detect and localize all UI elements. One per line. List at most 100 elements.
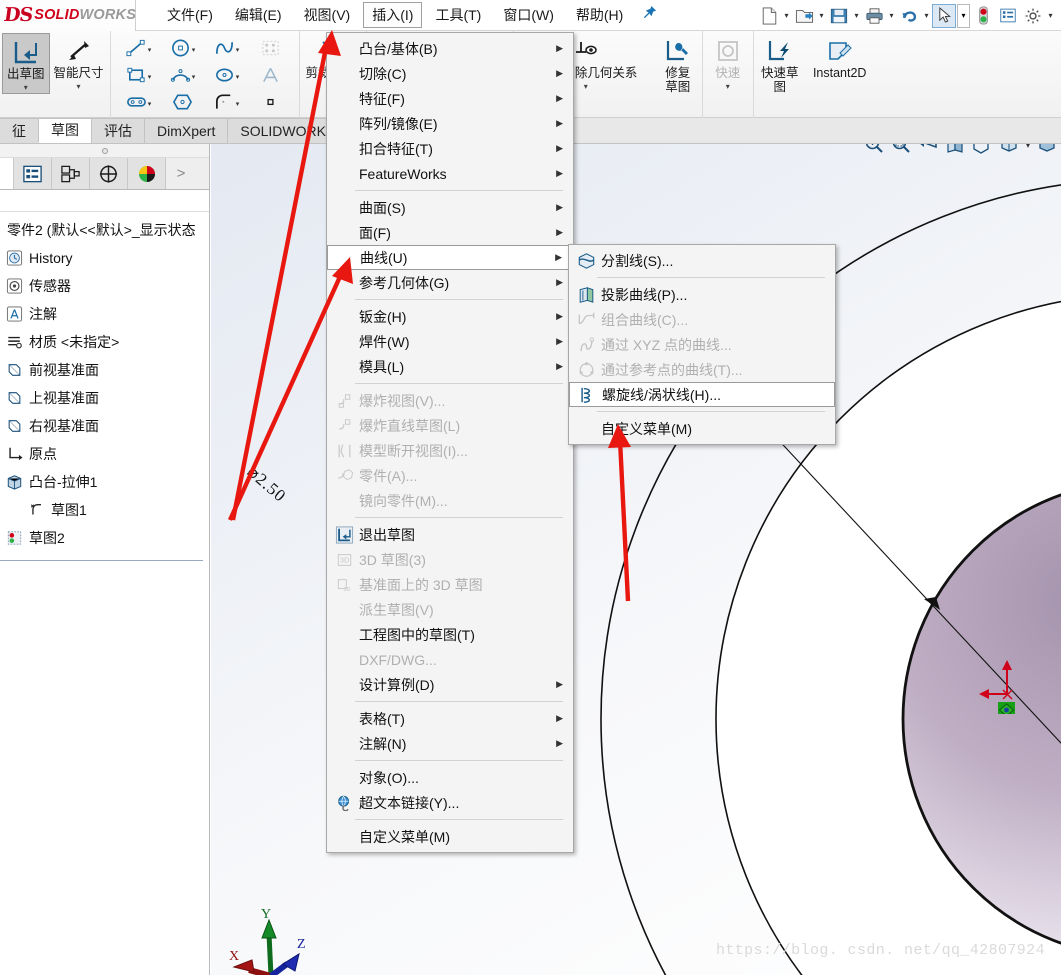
menu-item-projected-curve[interactable]: 投影曲线(P)... [569, 282, 835, 307]
menu-item-reference-geometry[interactable]: 参考几何体(G) ▶ [327, 270, 573, 295]
tab-dimxpert[interactable]: DimXpert [144, 118, 229, 143]
tab-sketch[interactable]: 草图 [38, 118, 92, 143]
fillet-dropdown-arrow[interactable]: ▾ [236, 100, 240, 108]
traffic-light-icon[interactable] [971, 4, 995, 28]
rectangle-tool[interactable]: ▾ [117, 63, 161, 90]
tree-item-front-plane[interactable]: 前视基准面 [0, 356, 209, 384]
panel-resize-handle[interactable] [0, 144, 209, 158]
quick-snap-button[interactable]: 快速 ▾ [705, 33, 751, 92]
hide-show-icon[interactable] [1037, 144, 1057, 157]
tree-item-sensors[interactable]: 传感器 [0, 272, 209, 300]
menu-item-design-study[interactable]: 设计算例(D) ▶ [327, 672, 573, 697]
menu-item-curve[interactable]: 曲线(U) ▶ [327, 245, 573, 270]
undo-dropdown-arrow[interactable]: ▾ [922, 4, 931, 28]
new-file-dropdown-arrow[interactable]: ▾ [782, 4, 791, 28]
smart-dimension-button[interactable]: 智能尺寸 ▾ [50, 33, 108, 92]
menu-item-pattern-mirror[interactable]: 阵列/镜像(E) ▶ [327, 111, 573, 136]
configuration-manager-tab[interactable] [52, 158, 90, 189]
tree-filter-bar[interactable] [0, 190, 209, 212]
menu-item-face[interactable]: 面(F) ▶ [327, 220, 573, 245]
menu-item-exit-sketch[interactable]: 退出草图 [327, 522, 573, 547]
menu-edit[interactable]: 编辑(E) [226, 2, 291, 28]
printer-icon[interactable] [862, 4, 886, 28]
cursor-arrow-icon[interactable] [932, 3, 956, 28]
menu-item-sketch-in-drawing[interactable]: 工程图中的草图(T) [327, 622, 573, 647]
rapid-sketch-button[interactable]: 快速草图 [756, 33, 804, 94]
menu-item-model-break-view[interactable]: 模型断开视图(I)... [327, 438, 573, 463]
select-dropdown-arrow[interactable]: ▾ [957, 3, 970, 28]
tree-item-annotations[interactable]: 注解 [0, 300, 209, 328]
arc-dropdown-arrow[interactable]: ▾ [192, 73, 196, 81]
menu-item-insert-part[interactable]: 零件(A)... [327, 463, 573, 488]
insert-dropdown-menu[interactable]: 凸台/基体(B) ▶ 切除(C) ▶ 特征(F) ▶ 阵列/镜像(E) ▶ 扣合特征(T… [326, 32, 574, 853]
print-dropdown-arrow[interactable]: ▾ [887, 4, 896, 28]
ellipse-dropdown-arrow[interactable]: ▾ [236, 73, 240, 81]
tab-evaluate[interactable]: 评估 [91, 118, 145, 143]
menu-window[interactable]: 窗口(W) [494, 2, 563, 28]
circle-tool[interactable]: ▾ [161, 36, 205, 63]
undo-arrow-icon[interactable] [897, 4, 921, 28]
menu-item-curve-through-xyz-points[interactable]: 通过 XYZ 点的曲线... [569, 332, 835, 357]
point-tool[interactable] [249, 90, 293, 117]
open-folder-icon[interactable] [792, 4, 816, 28]
tree-item-material[interactable]: 材质 <未指定> [0, 328, 209, 356]
display-style-dropdown-arrow[interactable]: ▾ [1026, 144, 1030, 150]
repair-sketch-button[interactable]: 修复草图 [656, 33, 700, 94]
menu-item-boss-base[interactable]: 凸台/基体(B) ▶ [327, 36, 573, 61]
instant2d-button[interactable]: Instant2D [804, 33, 876, 80]
menu-item-mirror-part[interactable]: 镜向零件(M)... [327, 488, 573, 513]
menu-insert[interactable]: 插入(I) [363, 2, 423, 28]
menu-file[interactable]: 文件(F) [158, 2, 222, 28]
appearance-tab[interactable] [128, 158, 166, 189]
display-manager-tab[interactable] [90, 158, 128, 189]
tree-rollback-bar[interactable] [0, 560, 203, 561]
menu-item-3d-sketch[interactable]: 3D 3D 草图(3) [327, 547, 573, 572]
menu-item-helix-spiral[interactable]: 螺旋线/涡状线(H)... [569, 382, 835, 407]
exit-sketch-dropdown-arrow[interactable]: ▾ [24, 83, 28, 93]
tree-item-history[interactable]: History [0, 244, 209, 272]
menu-item-curve-through-reference-points[interactable]: 通过参考点的曲线(T)... [569, 357, 835, 382]
tree-item-top-plane[interactable]: 上视基准面 [0, 384, 209, 412]
menu-item-derived-sketch[interactable]: 派生草图(V) [327, 597, 573, 622]
tab-features[interactable]: 征 [0, 118, 39, 143]
menu-item-3d-sketch-on-plane[interactable]: 3D 基准面上的 3D 草图 [327, 572, 573, 597]
exit-sketch-button[interactable]: 出草图 ▾ [2, 33, 50, 94]
tree-item-origin[interactable]: 原点 [0, 440, 209, 468]
menu-item-fastening-feature[interactable]: 扣合特征(T) ▶ [327, 136, 573, 161]
view-orientation-icon[interactable] [972, 144, 992, 157]
panel-expand-arrow[interactable]: > [166, 158, 196, 189]
menu-view[interactable]: 视图(V) [295, 2, 360, 28]
menu-item-customize-menu[interactable]: 自定义菜单(M) [327, 824, 573, 849]
menu-tools[interactable]: 工具(T) [426, 2, 490, 28]
gear-icon[interactable] [1021, 4, 1045, 28]
section-view-icon[interactable] [945, 144, 965, 157]
save-floppy-icon[interactable] [827, 4, 851, 28]
property-manager-tab[interactable] [14, 158, 52, 189]
open-folder-dropdown-arrow[interactable]: ▾ [817, 4, 826, 28]
menu-item-explode-line-sketch[interactable]: 爆炸直线草图(L) [327, 413, 573, 438]
tree-item-boss-extrude[interactable]: 凸台-拉伸1 [0, 468, 209, 496]
tree-item-part[interactable]: 零件2 (默认<<默认>_显示状态 [0, 216, 209, 244]
tree-item-right-plane[interactable]: 右视基准面 [0, 412, 209, 440]
menu-item-features[interactable]: 特征(F) ▶ [327, 86, 573, 111]
zoom-to-area-icon[interactable] [891, 144, 911, 157]
menu-item-dxf-dwg[interactable]: DXF/DWG... [327, 647, 573, 672]
zoom-to-fit-icon[interactable] [864, 144, 884, 157]
pin-icon[interactable] [642, 5, 657, 25]
ellipse-tool[interactable]: ▾ [205, 63, 249, 90]
menu-item-featureworks[interactable]: FeatureWorks ▶ [327, 161, 573, 186]
menu-help[interactable]: 帮助(H) [567, 2, 632, 28]
spline-dropdown-arrow[interactable]: ▾ [236, 46, 240, 54]
slot-dropdown-arrow[interactable]: ▾ [148, 100, 152, 108]
line-dropdown-arrow[interactable]: ▾ [148, 46, 152, 54]
sketch-pattern-tool[interactable] [249, 36, 293, 63]
menu-item-curve-customize-menu[interactable]: 自定义菜单(M) [569, 416, 835, 441]
arc-tool[interactable]: ▾ [161, 63, 205, 90]
menu-item-hyperlink[interactable]: 超文本链接(Y)... [327, 790, 573, 815]
circle-dropdown-arrow[interactable]: ▾ [192, 46, 196, 54]
menu-item-exploded-view[interactable]: 爆炸视图(V)... [327, 388, 573, 413]
menu-item-tables[interactable]: 表格(T) ▶ [327, 706, 573, 731]
fillet-tool[interactable]: ▾ [205, 90, 249, 117]
options-dropdown-arrow[interactable]: ▾ [1046, 4, 1055, 28]
curve-submenu[interactable]: 分割线(S)... 投影曲线(P)... 组合曲线(C)... 通过 XYZ 点… [568, 244, 836, 445]
